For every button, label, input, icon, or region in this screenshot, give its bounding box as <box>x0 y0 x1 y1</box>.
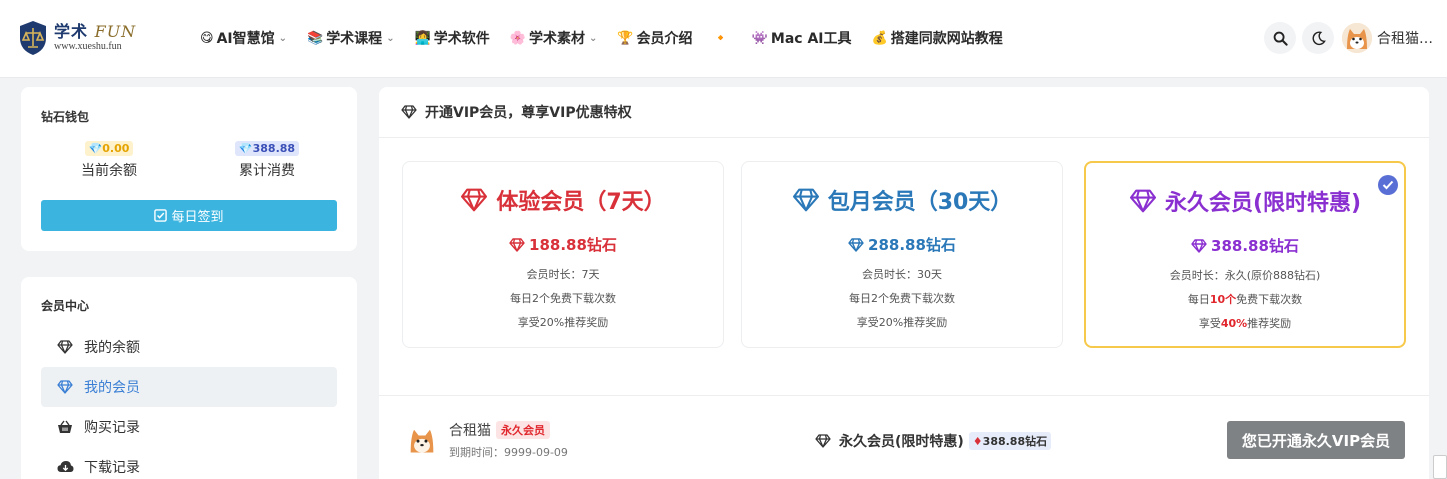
basket-icon <box>56 418 74 436</box>
scales-shield-icon <box>20 21 46 55</box>
logo-url: www.xueshu.fun <box>54 41 122 52</box>
spent-value: 💎388.88 <box>234 141 300 156</box>
diamond-icon <box>401 105 417 119</box>
expire-time: 到期时间：9999-09-09 <box>449 446 568 459</box>
nav-item-diamond[interactable]: 🔸 <box>713 31 732 46</box>
membership-badge: 永久会员 <box>496 421 550 439</box>
plan-downloads: 每日2个免费下载次数 <box>849 292 955 305</box>
diamond-icon <box>56 338 74 356</box>
dark-mode-toggle[interactable] <box>1302 22 1334 54</box>
diamond-icon: 💎 <box>238 142 253 155</box>
balance-stat: 💎0.00 当前余额 <box>49 141 169 180</box>
plan-title: 包月会员（30天） <box>742 184 1062 216</box>
vip-panel: 开通VIP会员，尊享VIP优惠特权 体验会员（7天） 188.88钻石 会员时长… <box>379 87 1429 479</box>
user-menu[interactable]: 合租猫… <box>1342 23 1433 53</box>
plan-price: 388.88钻石 <box>1086 235 1404 256</box>
sidebar-item-downloads[interactable]: 下载记录 <box>41 447 337 479</box>
diamond-icon <box>1191 238 1207 253</box>
avatar <box>1342 23 1372 53</box>
trophy-icon: 🏆 <box>617 30 634 46</box>
divider <box>379 395 1429 396</box>
chevron-down-icon: ⌄ <box>278 32 287 44</box>
vip-plan-trial[interactable]: 体验会员（7天） 188.88钻石 会员时长：7天 每日2个免费下载次数 享受2… <box>402 161 724 348</box>
nav-item-mac-ai[interactable]: 👾 Mac AI工具 <box>752 28 852 48</box>
face-emoji-icon: 😋 <box>200 30 214 46</box>
nav-item-courses[interactable]: 📚 学术课程 ⌄ <box>307 28 395 48</box>
nav-item-software[interactable]: 👩‍💻 学术软件 <box>415 28 490 48</box>
person-computer-icon: 👩‍💻 <box>414 30 431 46</box>
plan-referral: 享受40%推荐奖励 <box>1198 317 1292 330</box>
member-center-title: 会员中心 <box>41 299 90 313</box>
current-user-info: 合租猫 永久会员 到期时间：9999-09-09 <box>405 420 568 460</box>
diamond-icon: 💎 <box>88 142 103 155</box>
diamond-icon <box>509 237 525 252</box>
selected-check-icon <box>1378 175 1398 195</box>
site-logo[interactable]: 学术 FUN www.xueshu.fun <box>18 20 136 56</box>
spent-label: 累计消费 <box>239 163 295 179</box>
books-icon: 📚 <box>307 30 324 46</box>
main-nav: 😋 AI智慧馆 ⌄ 📚 学术课程 ⌄ 👩‍💻 学术软件 🌸 学术素材 ⌄ 🏆 会员介绍 🔸 👾 M… <box>200 28 1023 48</box>
sidebar-item-balance[interactable]: 我的余额 <box>41 327 337 367</box>
cloud-download-icon <box>56 458 74 476</box>
avatar <box>405 423 439 457</box>
sidebar-item-purchases[interactable]: 购买记录 <box>41 407 337 447</box>
current-username: 合租猫 <box>449 423 491 439</box>
page-scrollbar[interactable] <box>1433 455 1447 479</box>
vip-opened-button[interactable]: 您已开通永久VIP会员 <box>1227 421 1405 459</box>
nav-item-materials[interactable]: 🌸 学术素材 ⌄ <box>510 28 598 48</box>
diamond-icon <box>792 188 819 212</box>
balance-value: 💎0.00 <box>84 141 134 156</box>
current-plan: 永久会员(限时特惠) ♦ 388.88钻石 <box>815 431 1052 451</box>
vip-panel-header: 开通VIP会员，尊享VIP优惠特权 <box>379 87 1429 138</box>
wallet-title: 钻石钱包 <box>41 110 90 124</box>
plan-price: 188.88钻石 <box>403 234 723 255</box>
daily-signin-button[interactable]: 每日签到 <box>41 200 337 231</box>
plan-duration: 会员时长：永久(原价888钻石) <box>1169 269 1321 282</box>
diamond-icon <box>461 188 488 212</box>
user-name: 合租猫… <box>1377 31 1433 47</box>
nav-item-ai[interactable]: 😋 AI智慧馆 ⌄ <box>200 28 287 48</box>
diamond-icon <box>1129 189 1156 213</box>
vip-plan-lifetime[interactable]: 永久会员(限时特惠) 388.88钻石 会员时长：永久(原价888钻石) 每日1… <box>1084 161 1406 348</box>
shiba-avatar-icon <box>405 423 439 457</box>
spent-stat: 💎388.88 累计消费 <box>207 141 327 180</box>
search-button[interactable] <box>1264 22 1296 54</box>
search-icon <box>1273 31 1288 46</box>
plan-referral: 享受20%推荐奖励 <box>517 316 609 329</box>
diamond-icon <box>848 237 864 252</box>
chevron-down-icon: ⌄ <box>386 32 395 44</box>
vip-plan-monthly[interactable]: 包月会员（30天） 288.88钻石 会员时长：30天 每日2个免费下载次数 享… <box>741 161 1063 348</box>
diamond-wallet-card: 钻石钱包 💎0.00 当前余额 💎388.88 累计消费 每日签到 <box>21 87 357 251</box>
chevron-down-icon: ⌄ <box>588 32 598 44</box>
top-navbar: 学术 FUN www.xueshu.fun 😋 AI智慧馆 ⌄ 📚 学术课程 ⌄ 👩‍💻… <box>0 0 1447 78</box>
plan-referral: 享受20%推荐奖励 <box>856 316 948 329</box>
flower-icon: 🌸 <box>509 30 526 46</box>
plan-price: 288.88钻石 <box>742 234 1062 255</box>
plan-title: 体验会员（7天） <box>403 184 723 216</box>
plan-downloads: 每日10个免费下载次数 <box>1187 293 1303 306</box>
plan-downloads: 每日2个免费下载次数 <box>510 292 616 305</box>
current-plan-name: 永久会员(限时特惠) <box>839 434 964 450</box>
sidebar-item-membership[interactable]: 我的会员 <box>41 367 337 407</box>
nav-item-membership[interactable]: 🏆 会员介绍 <box>617 28 692 48</box>
checkbox-icon <box>154 209 168 222</box>
shiba-avatar-icon <box>1342 23 1372 53</box>
current-plan-price: ♦ 388.88钻石 <box>968 432 1052 450</box>
member-center-card: 会员中心 我的余额 我的会员 购买记录 下载记录 <box>21 277 357 479</box>
diamond-icon <box>815 434 831 448</box>
plan-duration: 会员时长：7天 <box>526 268 600 281</box>
diamond-icon: ♦ <box>972 434 983 448</box>
plan-duration: 会员时长：30天 <box>862 268 942 281</box>
money-bag-icon: 💰 <box>871 30 888 46</box>
diamond-icon <box>56 378 74 396</box>
orange-diamond-icon: 🔸 <box>712 30 729 46</box>
balance-label: 当前余额 <box>81 163 137 179</box>
plan-title: 永久会员(限时特惠) <box>1086 185 1404 217</box>
nav-item-tutorial[interactable]: 💰 搭建同款网站教程 <box>872 28 1003 48</box>
moon-icon <box>1312 31 1326 45</box>
vip-panel-title: 开通VIP会员，尊享VIP优惠特权 <box>425 105 632 121</box>
logo-name: 学术 FUN <box>54 22 137 41</box>
alien-monster-icon: 👾 <box>751 30 768 46</box>
